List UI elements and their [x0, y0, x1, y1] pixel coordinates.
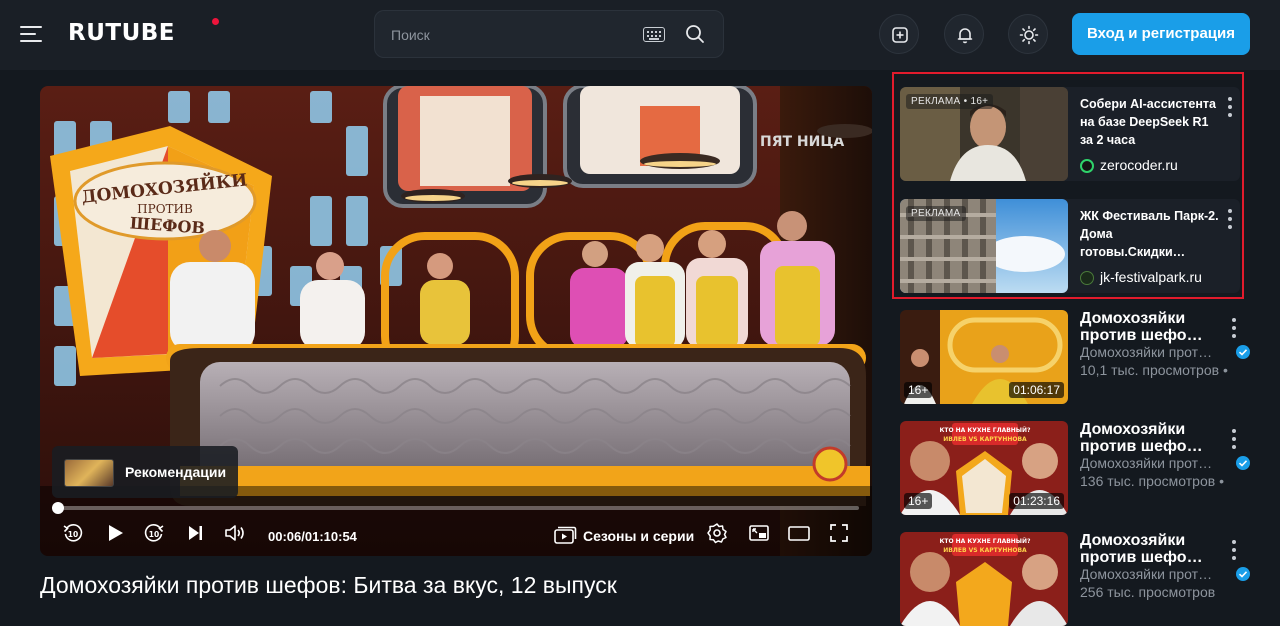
ad-thumbnail[interactable]: РЕКЛАМА • 16+	[900, 87, 1068, 181]
channel-name[interactable]: Домохозяйки прот…	[1080, 566, 1222, 582]
ad-domain-text: jk-festivalpark.ru	[1100, 269, 1202, 285]
menu-icon[interactable]	[20, 24, 44, 44]
svg-text:10: 10	[149, 530, 159, 539]
time-current: 00:06	[268, 529, 302, 544]
view-count: 10,1 тыс. просмотров •	[1080, 362, 1228, 378]
video-duration: 01:23:16	[1009, 493, 1064, 509]
recommendations-label: Рекомендации	[125, 464, 227, 480]
search-bar	[374, 10, 724, 58]
add-video-button[interactable]	[879, 14, 919, 54]
zerocoder-logo-icon	[1080, 159, 1094, 173]
svg-text:КТО НА КУХНЕ ГЛАВНЫЙ?: КТО НА КУХНЕ ГЛАВНЫЙ?	[939, 426, 1031, 434]
ad-thumbnail[interactable]: РЕКЛАМА	[900, 199, 1068, 293]
verified-check-icon	[1236, 345, 1250, 359]
recommendations-chip[interactable]: Рекомендации	[52, 446, 238, 498]
ad-domain-text: zerocoder.ru	[1100, 157, 1178, 173]
bell-icon	[957, 28, 973, 44]
video-player[interactable]: ПЯТ НИЦА ДОМОХОЗЯЙКИ ПРОТИВ ШЕФОВ Рекоме…	[40, 86, 872, 556]
forward-10-icon[interactable]: 10	[143, 522, 165, 544]
video-thumbnail[interactable]: КТО НА КУХНЕ ГЛАВНЫЙ? ИВЛЕВ VS КАРТУННОВ…	[900, 421, 1068, 515]
seasons-button[interactable]: Сезоны и серии	[553, 524, 694, 546]
more-options-icon[interactable]	[1231, 429, 1237, 449]
video-thumbnail[interactable]: КТО НА КУХНЕ ГЛАВНЫЙ? ИВЛЕВ VS КАРТУННОВ…	[900, 532, 1068, 626]
top-header: RUTUBE Поиск Вход и регистрация	[0, 0, 1280, 70]
rutube-logo[interactable]: RUTUBE	[68, 20, 175, 46]
video-title: Домохозяйки против шефов: Битва за вкус,…	[40, 572, 617, 598]
keyboard-icon[interactable]	[643, 27, 665, 42]
svg-text:ИВЛЕВ VS КАРТУННОВА: ИВЛЕВ VS КАРТУННОВА	[943, 547, 1027, 554]
video-thumbnail[interactable]: 16+ 01:06:17	[900, 310, 1068, 404]
view-count: 256 тыс. просмотров	[1080, 584, 1216, 600]
svg-text:ИВЛЕВ VS КАРТУННОВА: ИВЛЕВ VS КАРТУННОВА	[943, 436, 1027, 443]
next-episode-icon[interactable]	[184, 522, 206, 544]
logo-dot	[212, 18, 219, 25]
theme-sun-icon	[1019, 25, 1039, 45]
search-input[interactable]	[391, 23, 621, 47]
play-icon[interactable]	[104, 522, 126, 544]
svg-text:10: 10	[68, 530, 78, 539]
seasons-label: Сезоны и серии	[583, 528, 695, 544]
time-display: 00:06/01:10:54	[268, 529, 357, 544]
more-options-icon[interactable]	[1231, 318, 1237, 338]
age-rating: 16+	[904, 493, 933, 509]
ad-tag: РЕКЛАМА	[906, 206, 966, 221]
channel-name[interactable]: Домохозяйки прот…	[1080, 344, 1222, 360]
view-count: 136 тыс. просмотров •	[1080, 473, 1224, 489]
more-options-icon[interactable]	[1227, 209, 1233, 229]
recommendations-thumbnail	[64, 459, 114, 487]
login-register-button[interactable]: Вход и регистрация	[1072, 13, 1250, 55]
ad-tag: РЕКЛАМА • 16+	[906, 94, 994, 109]
ad-title[interactable]: Собери AI-ассистента на базе DeepSeek R1…	[1080, 95, 1220, 149]
video-title-link[interactable]: Домохозяйки против шефо…	[1080, 421, 1220, 455]
theater-mode-icon[interactable]	[787, 522, 811, 544]
jk-festivalpark-logo-icon	[1080, 271, 1094, 285]
player-controls: 10 10 00:06/01:10:54 Сезоны и серии	[40, 516, 872, 556]
verified-check-icon	[1236, 456, 1250, 470]
verified-check-icon	[1236, 567, 1250, 581]
age-rating: 16+	[904, 382, 933, 398]
video-duration: 01:06:17	[1009, 382, 1064, 398]
progress-knob[interactable]	[52, 502, 64, 514]
picture-in-picture-icon[interactable]	[748, 522, 770, 544]
video-title-link[interactable]: Домохозяйки против шефо…	[1080, 532, 1220, 566]
fullscreen-icon[interactable]	[828, 522, 850, 544]
volume-icon[interactable]	[223, 522, 247, 544]
theme-toggle-button[interactable]	[1008, 14, 1048, 54]
notifications-button[interactable]	[944, 14, 984, 54]
ad-title[interactable]: ЖК Фестиваль Парк-2. Дома готовы.Скидки…	[1080, 207, 1220, 261]
add-video-icon	[892, 27, 908, 43]
more-options-icon[interactable]	[1231, 540, 1237, 560]
more-options-icon[interactable]	[1227, 97, 1233, 117]
video-title-link[interactable]: Домохозяйки против шефо…	[1080, 310, 1220, 344]
settings-gear-icon[interactable]	[706, 522, 728, 544]
search-icon[interactable]	[685, 24, 705, 44]
time-total: 01:10:54	[304, 529, 357, 544]
svg-text:КТО НА КУХНЕ ГЛАВНЫЙ?: КТО НА КУХНЕ ГЛАВНЫЙ?	[939, 537, 1031, 545]
seasons-icon	[554, 526, 577, 544]
rewind-10-icon[interactable]: 10	[62, 522, 84, 544]
channel-name[interactable]: Домохозяйки прот…	[1080, 455, 1222, 471]
progress-bar[interactable]	[52, 502, 859, 514]
